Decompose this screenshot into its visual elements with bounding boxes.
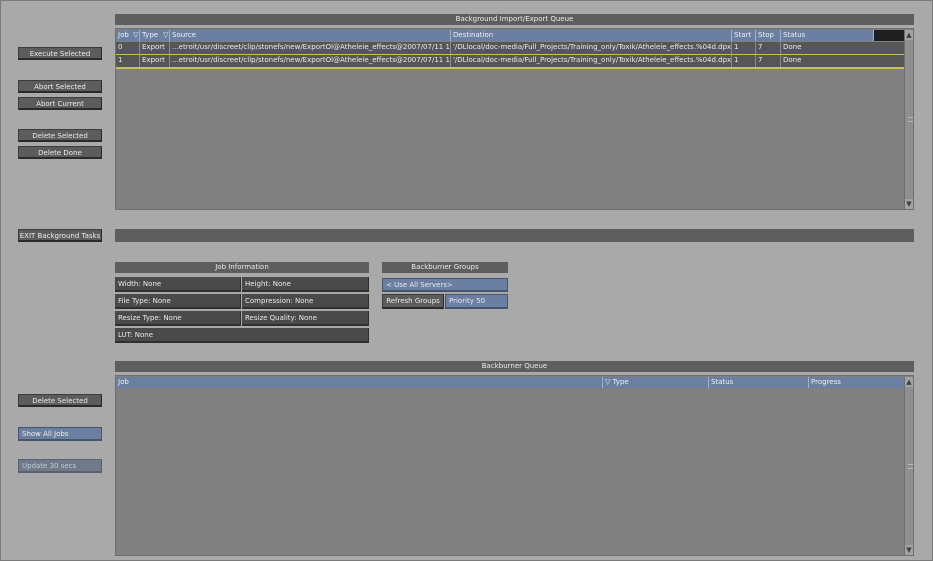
backburner-column-header: Job ▽ Type Status Progress: [116, 377, 904, 388]
execute-selected-button[interactable]: Execute Selected: [18, 47, 102, 60]
priority-field[interactable]: Priority 50: [445, 294, 508, 309]
table-row[interactable]: 1 Export ...etroit/usr/discreet/clip/sto…: [116, 55, 904, 67]
sort-arrow-icon: ▽: [605, 378, 611, 386]
row-destination: '/DLlocal/doc-media/Full_Projects/Traini…: [451, 55, 732, 67]
row-source: ...etroit/usr/discreet/clip/stonefs/new/…: [170, 42, 451, 54]
delete-selected-button[interactable]: Delete Selected: [18, 129, 102, 142]
server-group-select[interactable]: < Use All Servers>: [382, 278, 508, 292]
column-status[interactable]: Status: [781, 30, 874, 41]
sort-arrow-icon: ▽: [133, 31, 139, 39]
job-information-title: Job Information: [115, 262, 369, 273]
refresh-groups-button[interactable]: Refresh Groups: [382, 294, 444, 309]
scroll-up-icon[interactable]: ▲: [905, 377, 913, 387]
column-job[interactable]: Job ▽: [116, 30, 140, 41]
row-separator: [116, 67, 904, 69]
row-status: Done: [783, 56, 802, 64]
column-stop[interactable]: Stop: [756, 30, 781, 41]
backburner-queue-title: Backburner Queue: [115, 361, 914, 372]
row-start: 1: [732, 42, 756, 54]
abort-current-button[interactable]: Abort Current: [18, 97, 102, 110]
scroll-grip-icon[interactable]: [908, 117, 913, 122]
delete-done-button[interactable]: Delete Done: [18, 146, 102, 159]
background-task-status-bar: [115, 229, 914, 242]
scroll-grip-icon[interactable]: [908, 464, 913, 469]
column-source[interactable]: Source: [170, 30, 451, 41]
column-start[interactable]: Start: [732, 30, 756, 41]
table-row[interactable]: 0 Export ...etroit/usr/discreet/clip/sto…: [116, 42, 904, 54]
job-resize-quality: Resize Quality: None: [242, 311, 369, 326]
sort-arrow-icon: ▽: [163, 31, 169, 39]
row-job: 1: [116, 55, 140, 67]
column-progress[interactable]: Progress: [809, 377, 904, 388]
row-type: Export: [140, 42, 170, 54]
row-job: 0: [116, 42, 140, 54]
scroll-down-icon[interactable]: ▼: [905, 545, 913, 555]
backburner-groups-title: Backburner Groups: [382, 262, 508, 273]
job-compression: Compression: None: [242, 294, 369, 309]
backburner-scrollbar[interactable]: ▲ ▼: [904, 377, 913, 555]
import-export-queue-table: Job ▽ Type ▽ Source Destination Start St…: [115, 28, 914, 210]
row-source: ...etroit/usr/discreet/clip/stonefs/new/…: [170, 55, 451, 67]
job-height: Height: None: [242, 277, 369, 292]
update-interval-button[interactable]: Update 30 secs: [18, 459, 102, 473]
row-destination: '/DLlocal/doc-media/Full_Projects/Traini…: [451, 42, 732, 54]
column-job[interactable]: Job: [116, 377, 603, 388]
backburner-delete-selected-button[interactable]: Delete Selected: [18, 394, 102, 407]
import-export-queue-title: Background Import/Export Queue: [115, 14, 914, 25]
job-width: Width: None: [115, 277, 241, 292]
scroll-down-icon[interactable]: ▼: [905, 199, 913, 209]
import-export-scrollbar[interactable]: ▲ ▼: [904, 30, 913, 209]
row-type: Export: [140, 55, 170, 67]
row-start: 1: [732, 55, 756, 67]
job-resize-type: Resize Type: None: [115, 311, 241, 326]
row-status: Done: [783, 43, 802, 51]
column-destination[interactable]: Destination: [451, 30, 732, 41]
column-status[interactable]: Status: [709, 377, 809, 388]
backburner-queue-table: Job ▽ Type Status Progress ▲ ▼: [115, 375, 914, 556]
job-lut: LUT: None: [115, 328, 369, 343]
column-type[interactable]: Type ▽: [140, 30, 170, 41]
scroll-up-icon[interactable]: ▲: [905, 30, 913, 40]
show-all-jobs-button[interactable]: Show All Jobs: [18, 427, 102, 441]
column-spacer: [874, 30, 904, 41]
import-export-column-header: Job ▽ Type ▽ Source Destination Start St…: [116, 30, 904, 41]
exit-background-tasks-button[interactable]: EXIT Background Tasks: [18, 229, 102, 242]
job-file-type: File Type: None: [115, 294, 241, 309]
row-stop: 7: [756, 42, 781, 54]
abort-selected-button[interactable]: Abort Selected: [18, 80, 102, 93]
column-type[interactable]: ▽ Type: [603, 377, 709, 388]
row-stop: 7: [756, 55, 781, 67]
